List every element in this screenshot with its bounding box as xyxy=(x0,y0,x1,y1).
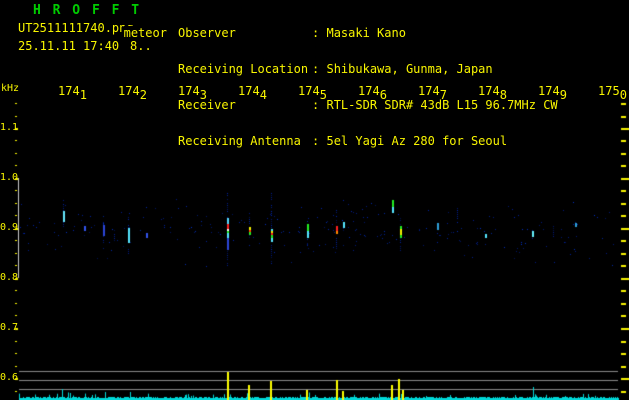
observation-datetime: 25.11.11 17:40 xyxy=(18,39,120,53)
antenna-row: Receiving Antenna: 5el Yagi Az 280 for S… xyxy=(178,135,558,147)
antenna-value: 5el Yagi Az 280 for Seoul xyxy=(326,134,508,148)
receiver-label: Receiver xyxy=(178,98,236,112)
x-tick-label: 1746 xyxy=(358,84,387,102)
frequency-unit-label: kHz xyxy=(1,83,20,94)
observer-value: Masaki Kano xyxy=(326,26,406,40)
y-tick-label: 1.1 xyxy=(0,122,19,133)
observer-row: Observer: Masaki Kano xyxy=(178,27,558,39)
app-title: H R O F F T xyxy=(33,3,142,18)
y-tick-label: 0.9 xyxy=(0,222,19,233)
location-row: Receiving Location: Shibukawa, Gunma, Ja… xyxy=(178,63,558,75)
colon: : xyxy=(312,62,320,76)
x-tick-label: 1743 xyxy=(178,84,207,102)
antenna-label: Receiving Antenna xyxy=(178,134,301,148)
output-filename: UT2511111740.png xyxy=(18,21,134,35)
observation-band-label: meteor xyxy=(123,26,167,40)
x-tick-label: 1747 xyxy=(418,84,447,102)
x-tick-label: 1748 xyxy=(478,84,507,102)
hrofft-screen: H R O F F T UT2511111740.pngmeteor 25.11… xyxy=(0,0,629,400)
output-filename-line: UT2511111740.pngmeteor xyxy=(18,21,167,40)
location-label: Receiving Location xyxy=(178,62,309,76)
y-tick-label: 0.7 xyxy=(0,322,19,333)
colon: : xyxy=(312,98,320,112)
observer-label: Observer xyxy=(178,26,236,40)
x-tick-label: 1749 xyxy=(538,84,567,102)
x-tick-label: 1745 xyxy=(298,84,327,102)
x-tick-label: 1742 xyxy=(118,84,147,102)
colon: : xyxy=(312,26,320,40)
colon: : xyxy=(312,134,320,148)
x-tick-label: 1744 xyxy=(238,84,267,102)
status-counter: 8.. xyxy=(130,39,152,53)
location-value: Shibukawa, Gunma, Japan xyxy=(326,62,493,76)
y-tick-label: 0.8 xyxy=(0,272,19,283)
y-tick-label: 0.6 xyxy=(0,372,19,383)
x-tick-label: 1750 xyxy=(598,84,627,102)
x-tick-label: 1741 xyxy=(58,84,87,102)
y-tick-label: 1.0 xyxy=(0,172,19,183)
